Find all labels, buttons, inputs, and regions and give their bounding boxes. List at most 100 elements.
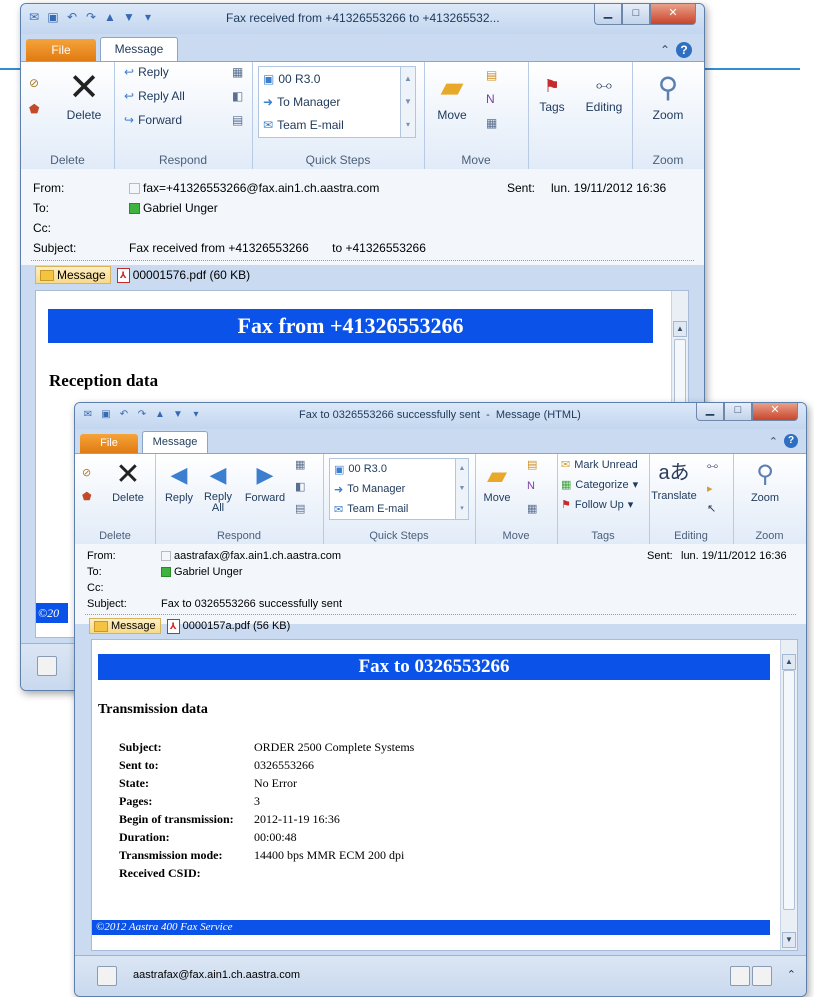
zoom-button[interactable]: ⚲ Zoom — [646, 68, 690, 122]
sent-label: Sent: — [647, 550, 673, 562]
find-icon[interactable]: ⧟ — [707, 460, 718, 473]
minimize-button[interactable]: ▁ — [594, 4, 622, 25]
close-button[interactable]: ✕ — [650, 4, 696, 25]
editing-button[interactable]: ⧟ Editing — [578, 72, 630, 114]
cursor-icon[interactable]: ↖ — [707, 502, 716, 515]
quick-step-item[interactable]: ▣ 00 R3.0 — [330, 459, 468, 479]
ignore-icon[interactable]: ⊘ — [29, 76, 39, 90]
from-value[interactable]: aastrafax@fax.ain1.ch.aastra.com — [161, 550, 341, 562]
tab-message[interactable]: Message — [100, 37, 178, 61]
help-icon[interactable]: ? — [784, 434, 798, 448]
reply-button[interactable]: ◀ Reply — [161, 458, 197, 504]
down-arrow-icon[interactable]: ▼ — [171, 408, 185, 422]
zoom-button[interactable]: ⚲ Zoom — [745, 458, 785, 504]
rules-icon[interactable]: ▤ — [527, 458, 537, 471]
minimize-ribbon-icon[interactable]: ⌃ — [660, 43, 670, 57]
avatar[interactable] — [97, 966, 117, 986]
quick-step-item[interactable]: ✉ Team E-mail — [259, 113, 415, 136]
message-tab-button[interactable]: Message — [89, 618, 161, 634]
to-value[interactable]: Gabriel Unger — [129, 201, 218, 215]
customize-qat-icon[interactable]: ▾ — [189, 408, 203, 422]
attachment-item[interactable]: ⅄ 00001576.pdf (60 KB) — [116, 267, 250, 283]
delete-button[interactable]: ✕ Delete — [105, 458, 151, 504]
down-arrow-icon[interactable]: ▼ — [122, 10, 136, 24]
scroll-up-button[interactable]: ▲ — [673, 321, 687, 337]
quick-step-item[interactable]: ➜ To Manager — [259, 90, 415, 113]
maximize-button[interactable]: □ — [622, 4, 650, 25]
minimize-button[interactable]: ▁ — [696, 403, 724, 421]
ignore-icon[interactable]: ⊘ — [82, 466, 91, 479]
group-move: ▰ Move ▤ N ▦ Move — [424, 62, 529, 169]
junk-icon[interactable]: ⬟ — [82, 490, 92, 503]
attachment-item[interactable]: ⅄ 0000157a.pdf (56 KB) — [166, 618, 290, 634]
group-tags: ✉ Mark Unread ▦ Categorize ▾ ⚑ Follow Up… — [557, 454, 650, 544]
meeting-icon[interactable]: ▦ — [295, 458, 305, 471]
group-quick-steps: ▣ 00 R3.0 ➜ To Manager ✉ Team E-mail ▲ ▼ ▾… — [252, 62, 425, 169]
window-controls: ▁ □ ✕ — [594, 4, 696, 25]
scroll-down-button[interactable]: ▼ — [782, 932, 796, 948]
quick-steps-scroll[interactable]: ▲ ▼ ▾ — [400, 67, 415, 137]
undo-icon[interactable]: ↶ — [65, 10, 79, 24]
scroll-thumb[interactable] — [783, 670, 795, 910]
contact-avatar[interactable] — [752, 966, 772, 986]
tab-file[interactable]: File — [26, 39, 96, 61]
message-tab-button[interactable]: Message — [35, 266, 111, 284]
move-button[interactable]: ▰ Move — [479, 458, 515, 504]
forward-button[interactable]: ▶ Forward — [241, 458, 289, 504]
to-value[interactable]: Gabriel Unger — [161, 566, 242, 578]
group-respond: ◀ Reply ◀ Reply All ▶ Forward ▦ ◧ ▤ Resp… — [155, 454, 324, 544]
tags-button[interactable]: ⚑ Tags — [532, 72, 572, 114]
quick-step-item[interactable]: ▣ 00 R3.0 — [259, 67, 415, 90]
onenote-icon[interactable]: N — [527, 480, 535, 492]
forward-button[interactable]: ↪ Forward — [124, 113, 182, 127]
group-label-zoom: Zoom — [652, 153, 684, 167]
quick-steps-scroll[interactable]: ▲ ▼ ▾ — [455, 459, 468, 519]
tab-message[interactable]: Message — [142, 431, 208, 453]
move-button[interactable]: ▰ Move — [432, 68, 472, 122]
vertical-scrollbar[interactable]: ▲ ▼ — [780, 640, 797, 950]
undo-icon[interactable]: ↶ — [117, 408, 131, 422]
people-pane-contact[interactable]: aastrafax@fax.ain1.ch.aastra.com — [133, 969, 300, 981]
help-icon[interactable]: ? — [676, 42, 692, 58]
quick-step-item[interactable]: ✉ Team E-mail — [330, 499, 468, 519]
delete-button[interactable]: ✕ Delete — [59, 68, 109, 122]
up-arrow-icon[interactable]: ▲ — [103, 10, 117, 24]
up-arrow-icon[interactable]: ▲ — [153, 408, 167, 422]
from-label: From: — [33, 181, 65, 195]
help-area: ⌃ ? — [660, 42, 692, 58]
magnifier-icon: ⚲ — [657, 72, 679, 103]
tab-file[interactable]: File — [80, 434, 138, 453]
scroll-up-button[interactable]: ▲ — [782, 654, 796, 670]
redo-icon[interactable]: ↷ — [135, 408, 149, 422]
select-icon[interactable]: ▸ — [707, 482, 713, 495]
more-respond-icon[interactable]: ▤ — [232, 113, 243, 127]
im-icon[interactable]: ◧ — [295, 480, 305, 493]
contact-avatar[interactable] — [730, 966, 750, 986]
save-icon[interactable]: ▣ — [46, 10, 60, 24]
save-icon[interactable]: ▣ — [99, 408, 113, 422]
expand-people-pane-icon[interactable]: ⌃ — [787, 968, 796, 981]
reply-all-button[interactable]: ↩ Reply All — [124, 89, 185, 103]
customize-qat-icon[interactable]: ▾ — [141, 10, 155, 24]
actions-icon[interactable]: ▦ — [486, 116, 497, 130]
translate-button[interactable]: aあ Translate — [651, 456, 697, 502]
actions-icon[interactable]: ▦ — [527, 502, 537, 515]
reply-all-button[interactable]: ◀ Reply All — [199, 458, 237, 514]
meeting-icon[interactable]: ▦ — [232, 65, 243, 79]
mark-unread-button[interactable]: ✉ Mark Unread — [561, 458, 638, 472]
avatar[interactable] — [37, 656, 57, 676]
im-icon[interactable]: ◧ — [232, 89, 243, 103]
categorize-button[interactable]: ▦ Categorize ▾ — [561, 478, 638, 492]
reply-button[interactable]: ↩ Reply — [124, 65, 169, 79]
quick-step-item[interactable]: ➜ To Manager — [330, 479, 468, 499]
more-respond-icon[interactable]: ▤ — [295, 502, 305, 515]
redo-icon[interactable]: ↷ — [84, 10, 98, 24]
minimize-ribbon-icon[interactable]: ⌃ — [769, 435, 778, 448]
close-button[interactable]: ✕ — [752, 403, 798, 421]
from-value[interactable]: fax=+41326553266@fax.ain1.ch.aastra.com — [129, 181, 379, 195]
rules-icon[interactable]: ▤ — [486, 68, 497, 82]
follow-up-button[interactable]: ⚑ Follow Up ▾ — [561, 498, 633, 512]
junk-icon[interactable]: ⬟ — [29, 102, 39, 116]
maximize-button[interactable]: □ — [724, 403, 752, 421]
onenote-icon[interactable]: N — [486, 92, 495, 106]
